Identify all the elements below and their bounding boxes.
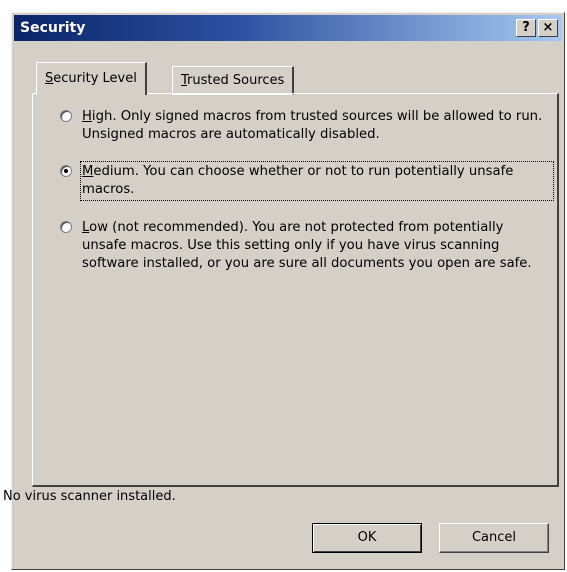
security-level-panel: High. Only signed macros from trusted so…: [32, 93, 559, 487]
security-dialog: Security ? × Security Level Trusted Sour…: [3, 12, 565, 570]
tab-trusted-sources[interactable]: Trusted Sources: [172, 66, 295, 95]
radio-low[interactable]: [60, 221, 72, 233]
option-high-label: High. Only signed macros from trusted so…: [82, 109, 543, 142]
radio-medium[interactable]: [60, 165, 72, 177]
close-button[interactable]: ×: [538, 19, 558, 37]
window-title: Security: [20, 20, 86, 36]
option-medium-label: Medium. You can choose whether or not to…: [80, 161, 554, 201]
cancel-button[interactable]: Cancel: [439, 523, 549, 553]
radio-high[interactable]: [60, 110, 72, 122]
tab-label: ecurity Level: [53, 71, 137, 86]
tab-label: rusted Sources: [187, 73, 285, 88]
virus-scanner-status: No virus scanner installed.: [3, 489, 176, 504]
option-low-label: Low (not recommended). You are not prote…: [82, 220, 532, 271]
tab-security-level[interactable]: Security Level: [36, 62, 147, 95]
radio-selected-dot: [64, 169, 68, 173]
help-button[interactable]: ?: [516, 19, 536, 37]
title-bar[interactable]: Security ? ×: [14, 15, 562, 41]
ok-button[interactable]: OK: [312, 523, 422, 553]
